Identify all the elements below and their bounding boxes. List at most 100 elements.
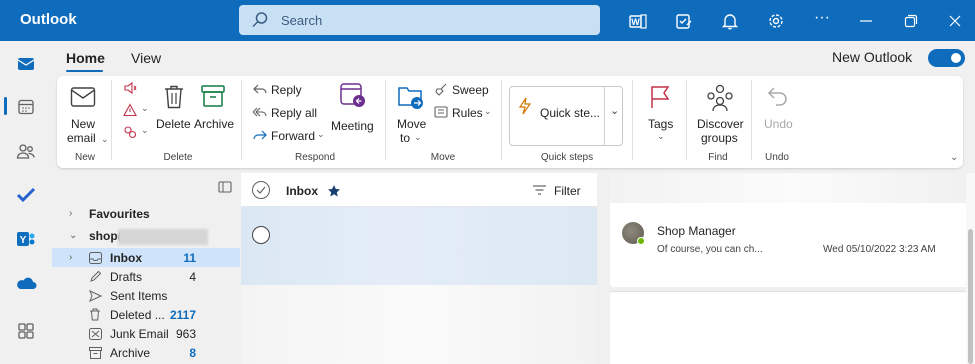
reply-all-icon bbox=[252, 107, 267, 117]
favourites-label: Favourites bbox=[89, 206, 150, 221]
people-icon[interactable] bbox=[13, 138, 39, 164]
folder-deleted-items[interactable]: Deleted ... 2117 bbox=[52, 305, 240, 324]
reply-icon bbox=[253, 84, 267, 94]
report-button[interactable]: ⌄ bbox=[123, 103, 153, 121]
folder-count: 963 bbox=[175, 326, 196, 341]
rules-icon bbox=[434, 106, 448, 118]
folder-name: Archive bbox=[110, 345, 151, 360]
lightning-icon bbox=[518, 97, 532, 115]
select-all-checkbox[interactable] bbox=[252, 181, 270, 199]
minimize-icon[interactable] bbox=[856, 11, 876, 31]
folder-archive[interactable]: Archive 8 bbox=[52, 343, 240, 362]
discover-groups-button[interactable]: Discover groups bbox=[696, 84, 744, 148]
chevron-down-icon: ⌄ bbox=[141, 125, 149, 135]
teams-icon[interactable]: W bbox=[628, 11, 648, 31]
reading-scrollbar[interactable] bbox=[966, 173, 975, 364]
move-to-button[interactable]: Move to ⌄ bbox=[394, 84, 428, 148]
sweep-button[interactable]: Sweep bbox=[434, 82, 494, 100]
forward-button[interactable]: Forward ⌄ bbox=[253, 128, 327, 146]
calendar-icon[interactable] bbox=[13, 94, 39, 120]
chevron-down-icon: ⌄ bbox=[414, 132, 422, 142]
chevron-down-icon: ⌄ bbox=[317, 129, 325, 139]
search-input[interactable]: Search bbox=[239, 5, 600, 35]
filter-button[interactable]: Filter bbox=[533, 182, 585, 200]
trash-icon bbox=[88, 308, 102, 322]
account-label: shop( bbox=[89, 228, 122, 243]
reply-label: Reply bbox=[271, 83, 302, 97]
todo-check-icon[interactable] bbox=[13, 182, 39, 208]
folder-move-icon bbox=[398, 87, 423, 109]
message-preview[interactable]: Of course, you can ch... bbox=[657, 244, 763, 255]
folder-name: Junk Email bbox=[110, 326, 169, 341]
folder-heading: Inbox bbox=[286, 184, 318, 198]
collapse-pane-icon[interactable] bbox=[218, 181, 232, 196]
ribbon-divider bbox=[632, 80, 633, 160]
restore-icon[interactable] bbox=[901, 11, 921, 31]
chevron-right-icon: › bbox=[69, 208, 73, 219]
reply-all-label: Reply all bbox=[271, 106, 318, 120]
new-email-button[interactable]: New email ⌄ bbox=[65, 84, 109, 148]
folder-junk-email[interactable]: Junk Email 963 bbox=[52, 324, 240, 343]
rules-button[interactable]: Rules ⌄ bbox=[434, 105, 494, 123]
more-options-icon[interactable]: ··· bbox=[812, 8, 832, 28]
forward-label: Forward bbox=[271, 129, 316, 143]
tags-button[interactable]: Tags ⌄ bbox=[644, 84, 676, 148]
search-placeholder: Search bbox=[281, 12, 323, 28]
folder-sent-items[interactable]: Sent Items bbox=[52, 286, 240, 305]
filter-label: Filter bbox=[554, 184, 581, 198]
reply-all-button[interactable]: Reply all bbox=[252, 105, 323, 123]
message-item-redacted[interactable] bbox=[241, 207, 597, 285]
ignore-button[interactable] bbox=[123, 81, 147, 99]
yammer-icon[interactable]: Y bbox=[13, 226, 39, 252]
undo-button[interactable]: Undo bbox=[760, 84, 796, 134]
star-icon[interactable] bbox=[327, 184, 341, 198]
redacted-account bbox=[118, 229, 208, 245]
todo-icon[interactable] bbox=[674, 11, 694, 31]
onedrive-icon[interactable] bbox=[13, 270, 39, 296]
reading-pane: Shop Manager Of course, you can ch... We… bbox=[598, 173, 973, 364]
scrollbar-thumb[interactable] bbox=[968, 229, 973, 364]
favourites-item[interactable]: › Favourites bbox=[52, 204, 240, 223]
tab-home[interactable]: Home bbox=[66, 50, 105, 66]
sweep-users-button[interactable]: ⌄ bbox=[123, 125, 153, 143]
block-sender-icon bbox=[124, 126, 137, 139]
chevron-down-icon[interactable]: ⌄ bbox=[610, 104, 619, 117]
svg-text:W: W bbox=[631, 17, 640, 27]
chevron-down-icon: ⌄ bbox=[141, 103, 149, 113]
collapse-ribbon-chevron-icon[interactable]: ⌄ bbox=[950, 152, 958, 163]
tags-label: Tags bbox=[648, 117, 674, 131]
delete-button[interactable]: Delete bbox=[156, 84, 192, 134]
trash-icon bbox=[165, 85, 183, 109]
group-label-delete: Delete bbox=[163, 152, 193, 163]
archive-box-icon bbox=[201, 85, 225, 107]
reply-button[interactable]: Reply bbox=[253, 82, 313, 100]
message-checkbox[interactable] bbox=[252, 226, 270, 244]
folder-count: 4 bbox=[189, 269, 196, 284]
apps-icon[interactable] bbox=[13, 318, 39, 344]
quick-steps-gallery[interactable]: Quick ste... ⌄ bbox=[509, 86, 623, 146]
account-item[interactable]: ⌄ shop( bbox=[52, 226, 240, 245]
title-bar: Outlook Search W ··· bbox=[0, 0, 975, 41]
new-outlook-label: New Outlook bbox=[832, 49, 913, 65]
meeting-button[interactable]: Meeting bbox=[331, 81, 375, 133]
close-icon[interactable] bbox=[945, 11, 965, 31]
svg-text:Y: Y bbox=[20, 235, 27, 246]
meeting-label: Meeting bbox=[331, 119, 374, 133]
app-rail: Y bbox=[0, 41, 50, 364]
tab-view[interactable]: View bbox=[131, 50, 161, 66]
message-item-redacted[interactable] bbox=[241, 285, 597, 364]
folder-drafts[interactable]: Drafts 4 bbox=[52, 267, 240, 286]
mute-icon bbox=[124, 81, 137, 95]
gear-icon[interactable] bbox=[766, 11, 786, 31]
folder-name: Sent Items bbox=[110, 288, 168, 303]
conversation-card: Shop Manager Of course, you can ch... We… bbox=[610, 173, 973, 287]
new-outlook-toggle[interactable] bbox=[928, 49, 965, 67]
card-divider bbox=[610, 291, 973, 297]
mail-icon[interactable] bbox=[13, 51, 39, 77]
folder-inbox[interactable]: › Inbox 11 bbox=[52, 248, 240, 267]
chevron-down-icon: ⌄ bbox=[69, 230, 78, 241]
bell-icon[interactable] bbox=[720, 11, 740, 31]
forward-icon bbox=[253, 130, 267, 140]
archive-button[interactable]: Archive bbox=[194, 84, 234, 134]
archive-label: Archive bbox=[194, 117, 235, 131]
